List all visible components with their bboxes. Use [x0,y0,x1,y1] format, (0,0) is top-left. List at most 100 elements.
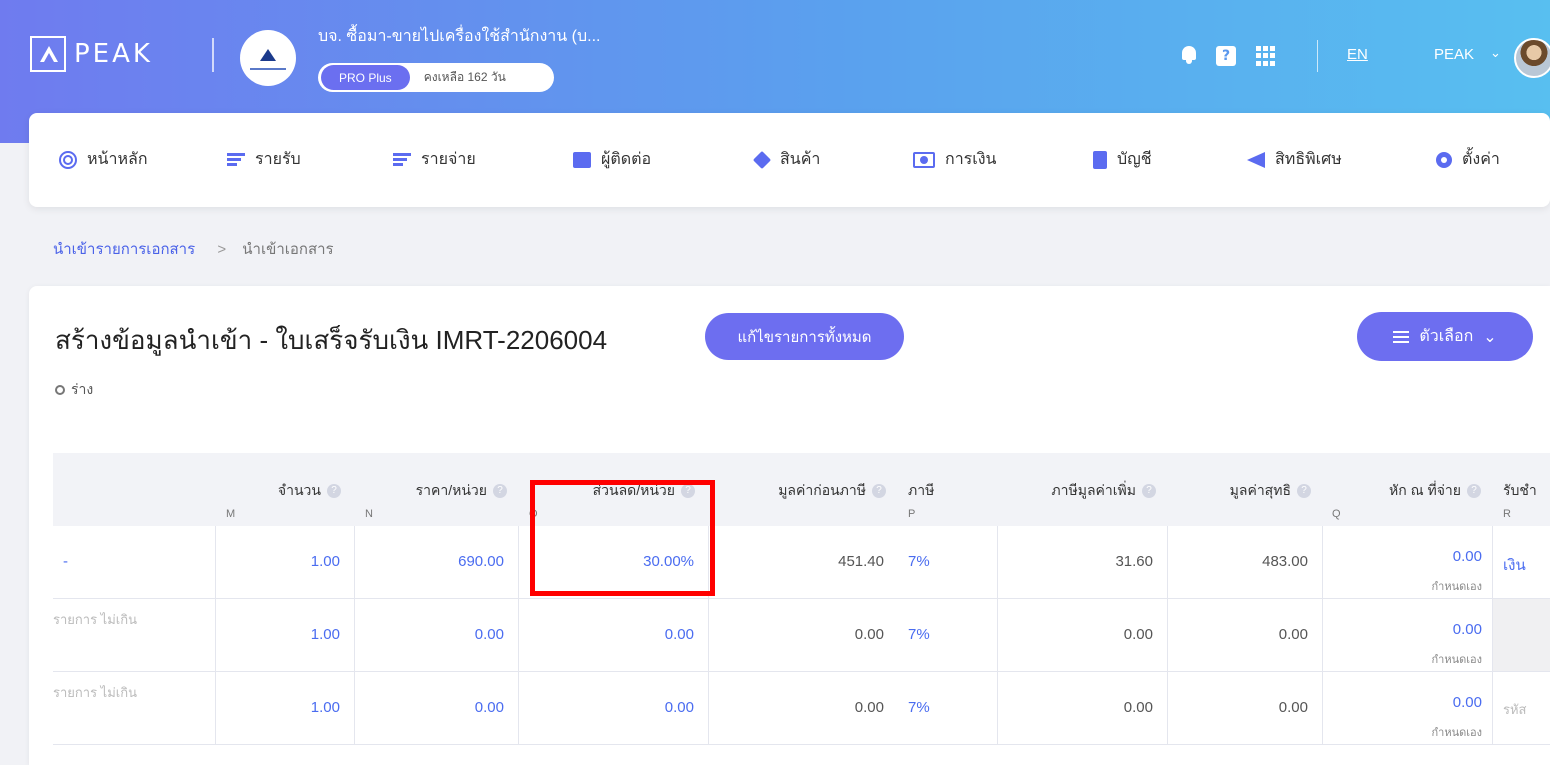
cell-net: 483.00 [1168,526,1323,598]
nav-item-label: สิทธิพิเศษ [1275,151,1342,168]
nav-item-finance[interactable]: การเงิน [913,147,996,172]
company-logo-icon [260,49,276,61]
cell-value: รายการ ไม่เกิน [53,612,137,627]
company-name[interactable]: บจ. ซื้อมา-ขายไปเครื่องใช้สำนักงาน (บ... [318,24,600,49]
cell-price[interactable]: 0.00 [355,599,519,671]
header-label: หัก ณ ที่จ่าย [1389,482,1461,498]
chevron-down-icon: ⌄ [1483,328,1497,346]
header-divider [212,38,214,72]
page-title: สร้างข้อมูลนำเข้า - ใบเสร็จรับเงิน IMRT-… [55,325,608,355]
help-icon[interactable]: ? [1297,484,1311,498]
options-button-label: ตัวเลือก [1419,328,1474,345]
cell-tax[interactable]: 7% [898,672,998,744]
annotation-highlight-box [530,480,715,596]
user-menu[interactable]: PEAK [1434,46,1474,63]
cell-value: 31.60 [1115,553,1153,570]
cell-value: 7% [908,553,930,570]
nav-item-contacts[interactable]: ผู้ติดต่อ [573,147,651,172]
breadcrumb-separator: > [217,241,227,258]
nav-item-expense[interactable]: รายจ่าย [393,147,476,172]
nav-item-income[interactable]: รายรับ [227,147,301,172]
edit-all-button[interactable]: แก้ไขรายการทั้งหมด [705,313,904,360]
nav-item-settings[interactable]: ตั้งค่า [1436,147,1500,172]
nav-item-home[interactable]: หน้าหลัก [59,147,148,172]
nav-item-label: รายจ่าย [421,151,476,168]
cell-payment[interactable]: รหัส [1493,672,1550,744]
help-icon[interactable]: ? [493,484,507,498]
gear-icon [1436,151,1452,168]
cell-value: 0.00 [474,626,504,643]
breadcrumb: นำเข้ารายการเอกสาร > นำเข้าเอกสาร [53,237,334,261]
company-logo[interactable] [240,30,296,86]
cell-value: 0.00 [1123,699,1153,716]
table-header: จำนวน? M ราคา/หน่วย? N ส่วนลด/หน่วย? O ม… [53,453,1550,526]
nav-item-label: สินค้า [780,151,821,168]
book-icon [1093,150,1107,169]
help-icon[interactable]: ? [1142,484,1156,498]
nav-item-products[interactable]: สินค้า [752,147,821,172]
chevron-down-icon[interactable]: ⌄ [1490,46,1501,61]
breadcrumb-link[interactable]: นำเข้ารายการเอกสาร [53,241,195,258]
cell-payment[interactable] [1493,599,1550,671]
cell-price[interactable]: 0.00 [355,672,519,744]
cell-price[interactable]: 690.00 [355,526,519,598]
status-dot-icon [55,385,65,395]
header-label: มูลค่าสุทธิ [1229,482,1291,498]
header-col-letter: N [365,508,373,520]
avatar[interactable] [1514,38,1550,78]
cell-value: 0.00 [664,699,694,716]
cell-qty[interactable]: 1.00 [216,599,355,671]
options-button[interactable]: ตัวเลือก ⌄ [1357,312,1533,361]
header-price: ราคา/หน่วย? N [355,453,519,526]
menu-icon [1393,330,1410,343]
nav-item-label: ตั้งค่า [1462,151,1500,168]
status-badge: ร่าง [55,379,93,401]
table-row: รายการ ไม่เกิน 1.00 0.00 0.00 0.00 7% 0.… [53,599,1550,672]
help-icon[interactable]: ? [1216,46,1236,66]
cell-vat: 31.60 [998,526,1168,598]
help-icon[interactable]: ? [872,484,886,498]
import-table: จำนวน? M ราคา/หน่วย? N ส่วนลด/หน่วย? O ม… [53,453,1550,745]
header-label: ภาษี [908,482,935,498]
cell-tax[interactable]: 7% [898,526,998,598]
cell-subtext: กำหนดเอง [1431,727,1483,739]
cell-value: เงิน [1503,557,1526,574]
header-label: มูลค่าก่อนภาษี [778,482,866,498]
cell-discount[interactable]: 0.00 [519,672,709,744]
nav-item-privileges[interactable]: สิทธิพิเศษ [1247,147,1342,172]
cell-payment[interactable]: เงิน [1493,526,1550,598]
cell-wht[interactable]: 0.00 กำหนดเอง [1323,599,1493,671]
header-label: ภาษีมูลค่าเพิ่ม [1051,482,1136,498]
header-col-letter: M [226,508,236,520]
main-nav: หน้าหลัก รายรับ รายจ่าย ผู้ติดต่อ สินค้า… [29,113,1550,207]
contact-icon [573,151,591,168]
cell-discount[interactable]: 0.00 [519,599,709,671]
box-icon [752,150,772,169]
cell-wht[interactable]: 0.00 กำหนดเอง [1323,526,1493,598]
cell-qty[interactable]: 1.00 [216,672,355,744]
bell-icon[interactable] [1180,46,1198,64]
header-label: ราคา/หน่วย [415,482,487,498]
cell-qty[interactable]: 1.00 [216,526,355,598]
cell-tax[interactable]: 7% [898,599,998,671]
apps-grid-icon[interactable] [1256,46,1276,66]
cell-wht[interactable]: 0.00 กำหนดเอง [1323,672,1493,744]
cell-net: 0.00 [1168,599,1323,671]
cell-value: 0.00 [1123,626,1153,643]
cell-value: 0.00 [854,626,884,643]
cell-item[interactable]: รายการ ไม่เกิน [53,672,216,744]
cell-pretax: 0.00 [709,672,898,744]
header-label: จำนวน [277,482,321,498]
help-icon[interactable]: ? [1467,484,1481,498]
nav-item-accounting[interactable]: บัญชี [1093,147,1152,172]
help-icon[interactable]: ? [327,484,341,498]
cell-item[interactable]: - [53,526,216,598]
cell-value: 0.00 [664,626,694,643]
peak-logo[interactable]: PEAK [30,36,153,72]
header-col-letter: Q [1332,508,1341,520]
language-switch[interactable]: EN [1347,46,1368,63]
nav-item-label: หน้าหลัก [87,151,148,168]
cell-value: 1.00 [310,626,340,643]
plan-pill: PRO Plus คงเหลือ 162 วัน [318,63,554,92]
cell-item[interactable]: รายการ ไม่เกิน [53,599,216,671]
